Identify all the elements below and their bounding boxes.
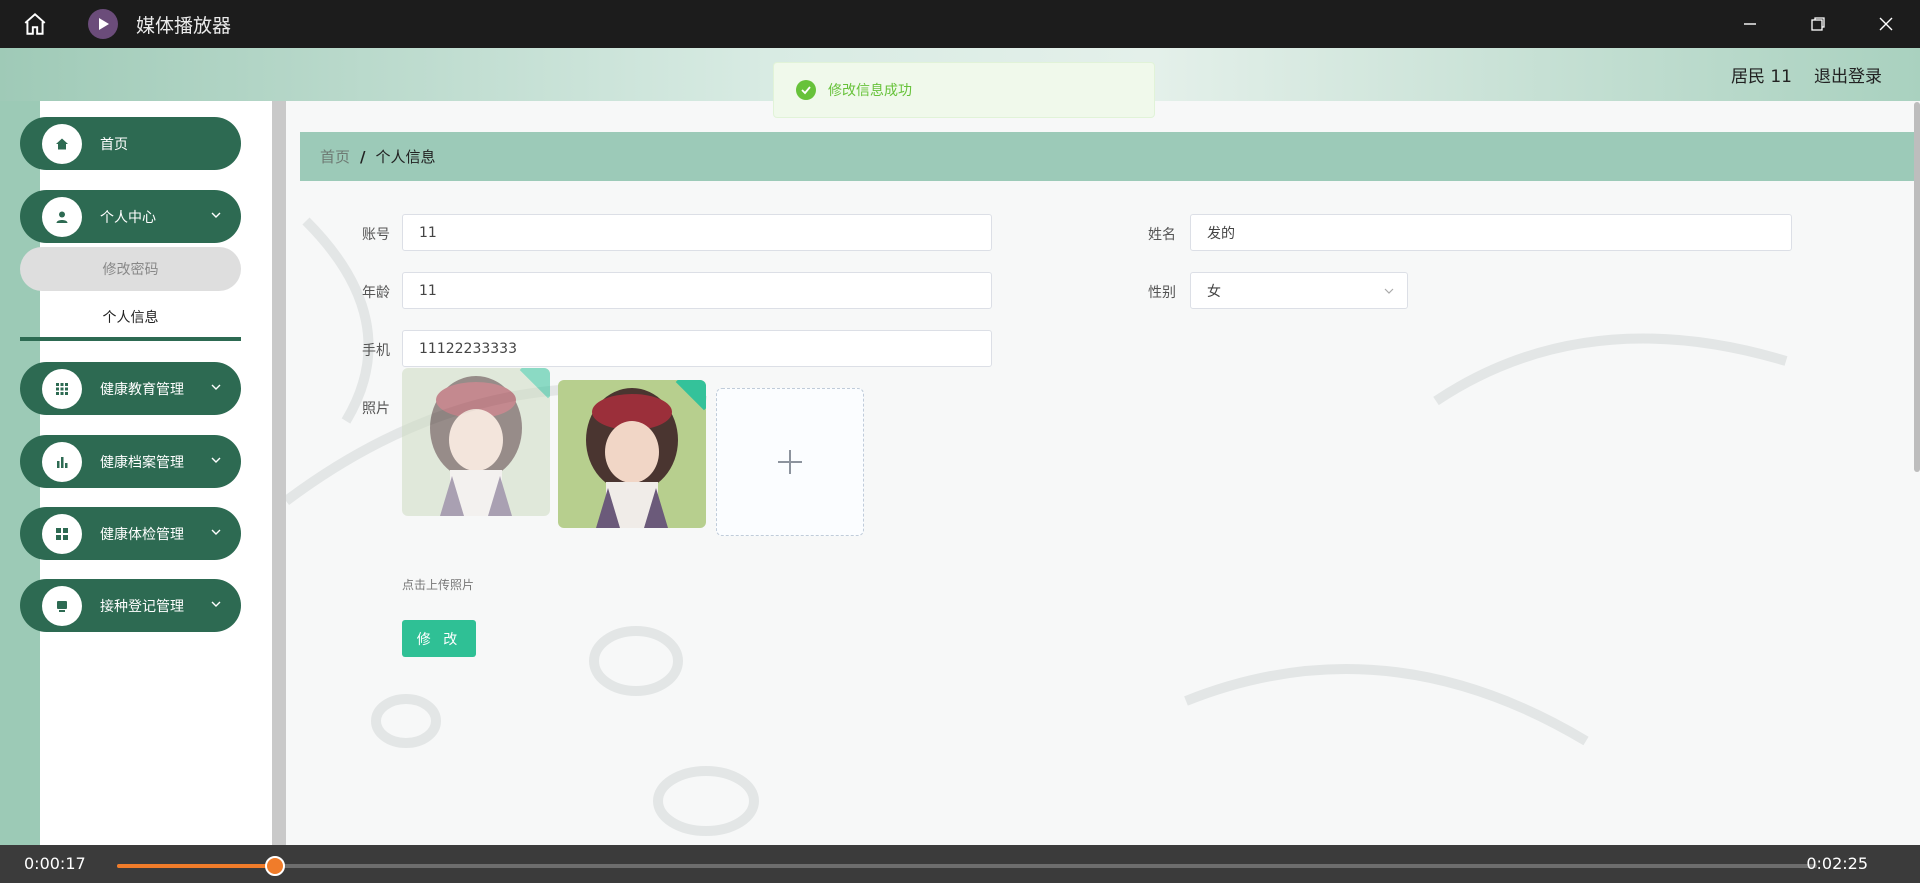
upload-hint: 点击上传照片	[402, 578, 475, 592]
home-icon	[24, 12, 46, 35]
breadcrumb-home-link[interactable]: 首页	[320, 146, 350, 167]
success-toast: 修改信息成功	[773, 62, 1155, 118]
monitor-icon	[42, 585, 82, 626]
sidebar-item-label: 首页	[100, 136, 128, 153]
chevron-down-icon	[1384, 288, 1394, 294]
grid-icon	[42, 368, 82, 409]
phone-field[interactable]: 11122233333	[402, 330, 992, 367]
submit-button[interactable]: 修 改	[402, 620, 476, 657]
sidebar-item-health-records[interactable]: 健康档案管理	[20, 435, 241, 488]
photo-label: 照片	[362, 401, 390, 417]
sidebar-item-label: 健康体检管理	[100, 526, 184, 543]
sidebar-item-health-checkup[interactable]: 健康体检管理	[20, 507, 241, 560]
sidebar-item-personal-center[interactable]: 个人中心	[20, 190, 241, 243]
video-frame: 居民 11 退出登录 修改信息成功 首页 个人中心 修改密码 个人信息 健康教育…	[0, 48, 1920, 845]
minimize-icon	[1744, 23, 1756, 25]
main-content: 首页 / 个人信息 账号 11 姓名 发的 年龄 11 性别 女 手机 1112…	[286, 101, 1920, 845]
toast-message: 修改信息成功	[828, 83, 912, 99]
close-button[interactable]	[1852, 0, 1920, 48]
player-controls: 0:00:17 0:02:25	[0, 845, 1920, 883]
portrait-image	[558, 380, 706, 528]
sidebar-divider	[272, 101, 286, 845]
phone-value: 11122233333	[419, 340, 517, 357]
name-label: 姓名	[1148, 227, 1176, 243]
apps-icon	[42, 513, 82, 554]
age-label: 年龄	[362, 285, 390, 301]
home-icon	[42, 123, 82, 164]
sidebar-item-label: 个人中心	[100, 209, 156, 226]
window-title: 媒体播放器	[136, 14, 232, 37]
minimize-button[interactable]	[1716, 0, 1784, 48]
end-time: 0:02:25	[1806, 854, 1868, 873]
account-label: 账号	[362, 227, 390, 243]
page-scrollbar[interactable]	[1914, 102, 1920, 472]
gender-value: 女	[1207, 283, 1221, 300]
breadcrumb-separator: /	[360, 147, 366, 166]
phone-label: 手机	[362, 343, 390, 359]
logout-link[interactable]: 退出登录	[1814, 62, 1882, 87]
seek-progress	[117, 864, 276, 868]
home-button[interactable]	[0, 0, 70, 48]
sidebar-subitem-personal-info[interactable]: 个人信息	[20, 297, 241, 341]
sidebar-item-home[interactable]: 首页	[20, 117, 241, 170]
chevron-down-icon	[211, 529, 221, 535]
bar-chart-icon	[42, 441, 82, 482]
sidebar-item-label: 接种登记管理	[100, 598, 184, 615]
seek-bar[interactable]	[117, 864, 1817, 868]
chevron-down-icon	[211, 212, 221, 218]
sidebar-item-label: 健康教育管理	[100, 381, 184, 398]
submit-label: 修 改	[416, 631, 462, 648]
age-field[interactable]: 11	[402, 272, 992, 309]
subitem-label: 个人信息	[102, 310, 159, 326]
sidebar-item-label: 健康档案管理	[100, 454, 184, 471]
account-value: 11	[419, 224, 437, 241]
photo-thumbnail[interactable]	[558, 380, 706, 528]
age-value: 11	[419, 282, 437, 299]
player-titlebar: 媒体播放器	[0, 0, 1920, 48]
seek-thumb[interactable]	[265, 856, 286, 876]
check-circle-icon	[796, 80, 816, 100]
chevron-down-icon	[211, 601, 221, 607]
portrait-image	[402, 368, 550, 516]
name-field[interactable]: 发的	[1190, 214, 1792, 251]
sidebar-item-health-education[interactable]: 健康教育管理	[20, 362, 241, 415]
photo-thumbnail[interactable]	[402, 368, 550, 516]
current-user: 居民 11	[1730, 67, 1792, 87]
sidebar-subitem-change-password[interactable]: 修改密码	[20, 247, 241, 291]
account-field[interactable]: 11	[402, 214, 992, 251]
chevron-down-icon	[211, 384, 221, 390]
breadcrumb: 首页 / 个人信息	[300, 132, 1914, 181]
current-time: 0:00:17	[24, 854, 86, 873]
user-icon	[42, 196, 82, 237]
plus-icon	[778, 450, 802, 474]
player-app-icon	[88, 9, 118, 39]
subitem-label: 修改密码	[102, 262, 159, 278]
name-value: 发的	[1207, 225, 1235, 242]
upload-photo-button[interactable]	[716, 388, 864, 536]
gender-label: 性别	[1148, 285, 1176, 301]
chevron-down-icon	[211, 457, 221, 463]
restore-button[interactable]	[1784, 0, 1852, 48]
sidebar-item-vaccination[interactable]: 接种登记管理	[20, 579, 241, 632]
gender-select[interactable]: 女	[1190, 272, 1408, 309]
restore-icon	[1811, 17, 1825, 31]
close-icon	[1879, 17, 1893, 31]
breadcrumb-current: 个人信息	[375, 148, 436, 166]
